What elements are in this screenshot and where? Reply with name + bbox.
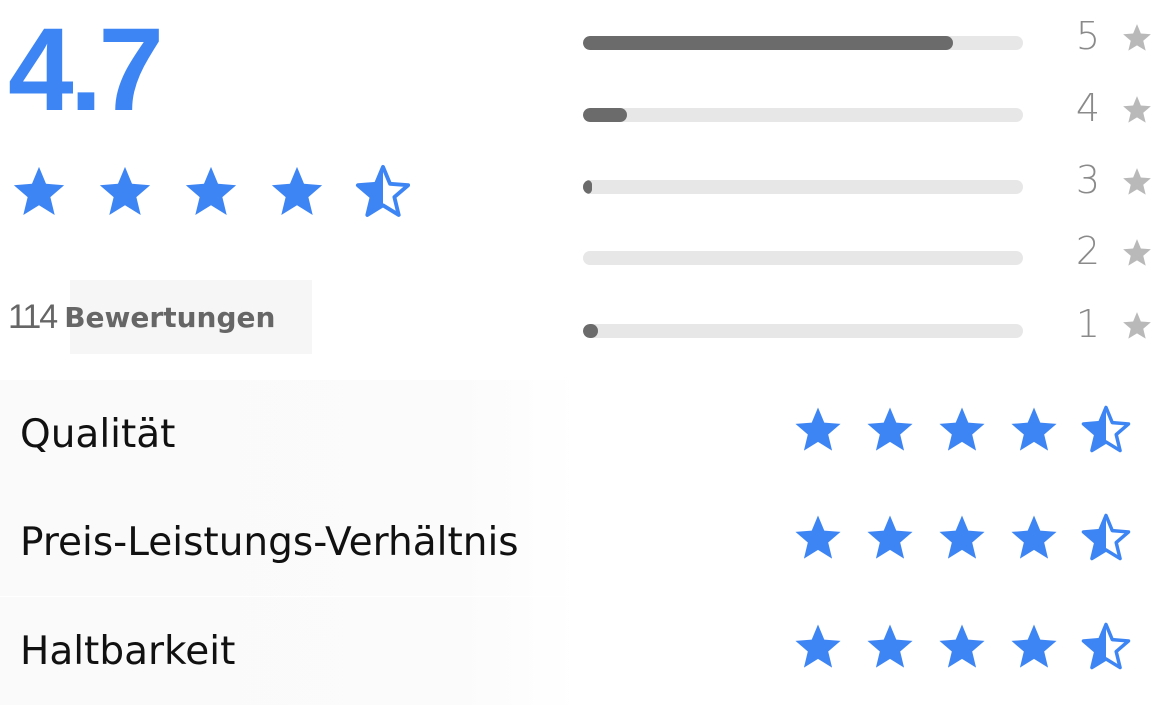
distribution-star-count-label: 2 xyxy=(1075,229,1101,273)
star-icon xyxy=(1011,407,1057,451)
distribution-star-count-label: 3 xyxy=(1075,158,1101,202)
distribution-star-count-label: 4 xyxy=(1075,86,1101,130)
review-count: 114 Bewertungen xyxy=(8,280,312,354)
criterion-label: Qualität xyxy=(20,411,176,457)
star-icon xyxy=(1011,515,1057,559)
criterion-row: Qualität xyxy=(0,380,1158,488)
distribution-bar-fill xyxy=(583,180,592,194)
star-icon xyxy=(1123,168,1151,195)
distribution-star-count-label: 1 xyxy=(1075,302,1101,346)
criterion-rating-stars xyxy=(792,621,1132,673)
half-star-icon xyxy=(355,164,411,217)
half-star-icon xyxy=(1081,622,1131,670)
average-score: 4.7 xyxy=(8,4,164,136)
star-icon xyxy=(1011,624,1057,668)
distribution-bar-fill xyxy=(583,36,953,50)
star-icon xyxy=(99,166,151,215)
distribution-row-3[interactable]: 3 xyxy=(583,158,1158,218)
criterion-row: Preis-Leistungs-Verhältnis xyxy=(0,488,1158,596)
distribution-bar-fill xyxy=(583,324,599,338)
star-icon xyxy=(939,407,985,451)
star-icon xyxy=(867,515,913,559)
review-count-number: 114 xyxy=(8,297,58,336)
distribution-bar-track xyxy=(583,180,1023,194)
star-icon xyxy=(1123,312,1151,339)
distribution-bar-track xyxy=(583,108,1023,122)
criterion-rating-stars xyxy=(792,404,1132,456)
distribution-row-5[interactable]: 5 xyxy=(583,14,1158,74)
criterion-row: Haltbarkeit xyxy=(0,597,1158,705)
rating-widget: 4.7 114 Bewertungen 5 4 3 2 1 Qualität Preis-… xyxy=(0,0,1158,705)
star-icon xyxy=(13,166,65,215)
star-icon xyxy=(939,515,985,559)
distribution-bar-track xyxy=(583,324,1023,338)
criterion-rating-stars xyxy=(792,512,1132,564)
criterion-label-box: Qualität xyxy=(0,380,578,488)
star-icon xyxy=(795,624,841,668)
distribution-star-count-label: 5 xyxy=(1075,14,1101,58)
distribution-row-1[interactable]: 1 xyxy=(583,302,1158,362)
distribution-bar-fill xyxy=(583,108,627,122)
review-count-label: Bewertungen xyxy=(64,300,276,334)
half-star-icon xyxy=(1081,405,1131,453)
distribution-row-2[interactable]: 2 xyxy=(583,229,1158,289)
half-star-icon xyxy=(1081,513,1131,561)
star-icon xyxy=(1123,239,1151,266)
star-icon xyxy=(795,515,841,559)
average-rating-stars xyxy=(10,163,412,221)
star-icon xyxy=(939,624,985,668)
star-icon xyxy=(867,407,913,451)
star-icon xyxy=(1123,24,1151,51)
star-icon xyxy=(795,407,841,451)
distribution-bar-track xyxy=(583,251,1023,265)
star-icon xyxy=(1123,96,1151,123)
criterion-label: Preis-Leistungs-Verhältnis xyxy=(20,519,519,565)
criterion-label-box: Haltbarkeit xyxy=(0,597,578,705)
rating-distribution: 5 4 3 2 1 xyxy=(583,0,1158,360)
star-icon xyxy=(185,166,237,215)
criterion-label-box: Preis-Leistungs-Verhältnis xyxy=(0,488,578,596)
distribution-bar-track xyxy=(583,36,1023,50)
criterion-label: Haltbarkeit xyxy=(20,628,236,674)
star-icon xyxy=(271,166,323,215)
distribution-row-4[interactable]: 4 xyxy=(583,86,1158,146)
star-icon xyxy=(867,624,913,668)
